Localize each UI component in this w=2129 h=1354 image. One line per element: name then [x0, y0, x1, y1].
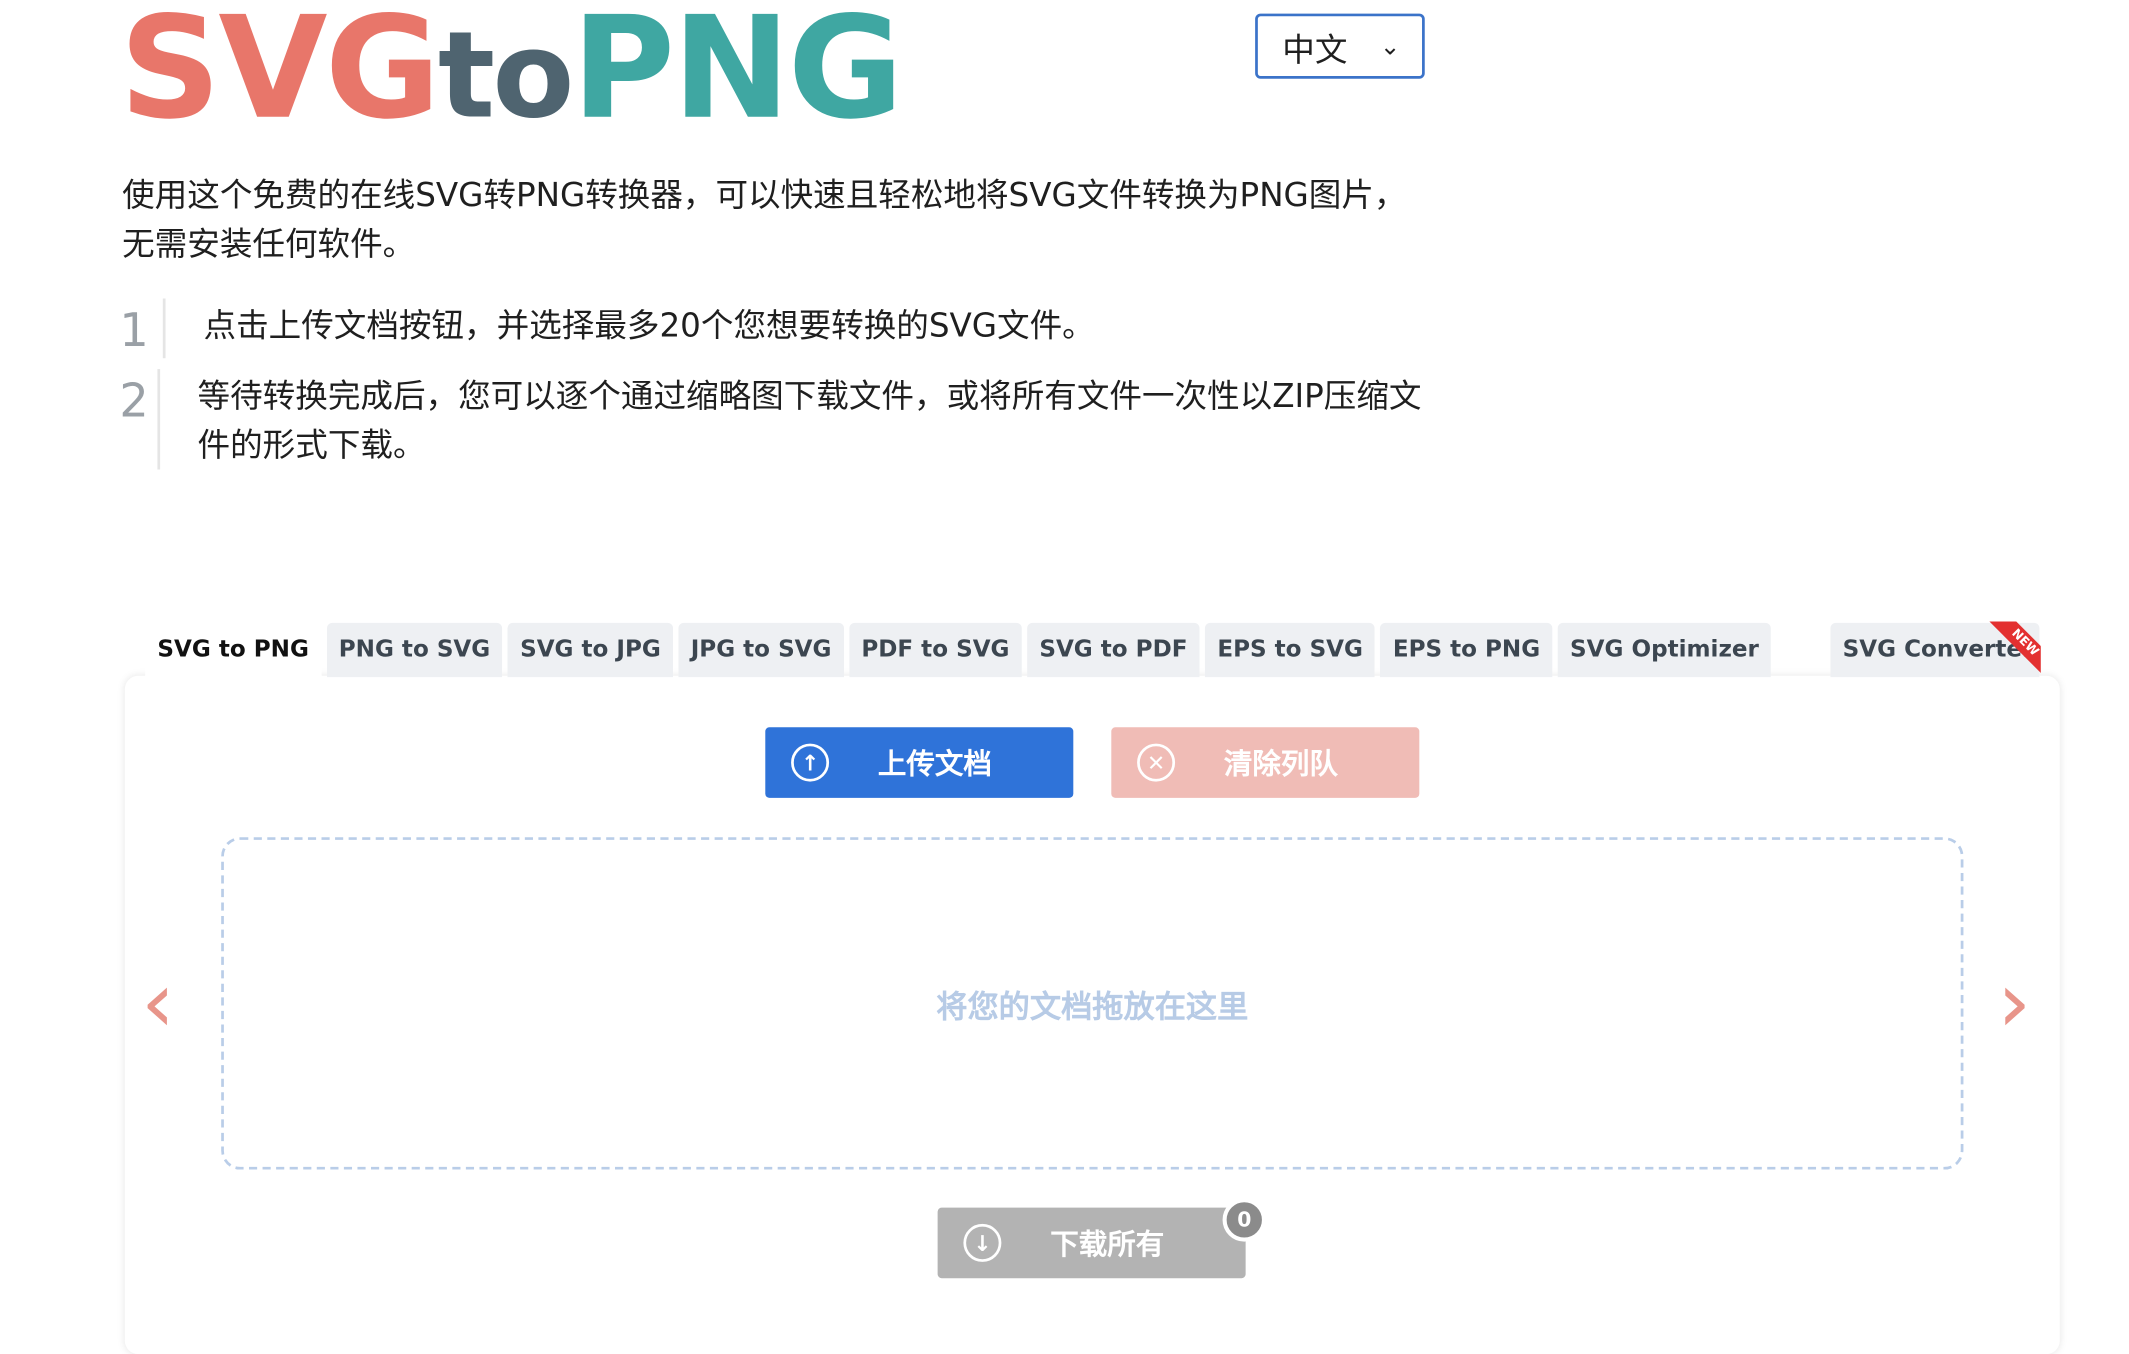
tab-svg-optimizer[interactable]: SVG Optimizer — [1557, 622, 1772, 678]
step-number: 1 — [119, 298, 166, 359]
tab-png-to-svg[interactable]: PNG to SVG — [326, 622, 503, 678]
site-logo[interactable]: SVGtoPNG — [119, 0, 903, 143]
download-count-badge: 0 — [1222, 1198, 1266, 1242]
clear-queue-button[interactable]: ✕ 清除列队 — [1111, 727, 1420, 798]
drop-zone-text: 将您的文档拖放在这里 — [936, 989, 1249, 1026]
language-select[interactable]: 中文 ⌄ — [1255, 13, 1425, 79]
logo-svg-text: SVG — [119, 0, 440, 151]
upload-button-label: 上传文档 — [877, 747, 992, 781]
download-all-button-label: 下载所有 — [1050, 1227, 1165, 1261]
tab-jpg-to-svg[interactable]: JPG to SVG — [678, 622, 844, 678]
clear-queue-button-label: 清除列队 — [1223, 747, 1338, 781]
arrow-down-icon: ↓ — [963, 1223, 1002, 1262]
tab-svg-to-png[interactable]: SVG to PNG — [145, 622, 322, 678]
tab-svg-to-jpg[interactable]: SVG to JPG — [507, 622, 674, 678]
tab-svg-to-pdf[interactable]: SVG to PDF — [1027, 622, 1200, 678]
converter-tabs: SVG to PNG PNG to SVG SVG to JPG JPG to … — [145, 622, 1772, 678]
intro-text: 使用这个免费的在线SVG转PNG转换器，可以快速且轻松地将SVG文件转换为PNG… — [122, 176, 1407, 264]
step-number: 2 — [119, 369, 160, 470]
steps-list: 1 点击上传文档按钮，并选择最多20个您想要转换的SVG文件。 2 等待转换完成… — [119, 298, 1449, 481]
chevron-down-icon: ⌄ — [1379, 31, 1401, 61]
new-ribbon-text: NEW — [1989, 621, 2041, 674]
step-text: 等待转换完成后，您可以逐个通过缩略图下载文件，或将所有文件一次性以ZIP压缩文件… — [197, 377, 1422, 465]
language-selected: 中文 — [1282, 30, 1348, 69]
drop-zone[interactable]: 将您的文档拖放在这里 — [221, 837, 1964, 1170]
download-all-button[interactable]: ↓ 下载所有 — [937, 1207, 1246, 1279]
new-ribbon: NEW — [1989, 621, 2041, 674]
next-arrow-icon[interactable]: › — [1997, 960, 2031, 1045]
tab-eps-to-svg[interactable]: EPS to SVG — [1205, 622, 1376, 678]
page: SVGtoPNG 中文 ⌄ 使用这个免费的在线SVG转PNG转换器，可以快速且轻… — [0, 0, 2129, 1354]
close-icon: ✕ — [1137, 743, 1176, 782]
prev-arrow-icon[interactable]: ‹ — [141, 960, 175, 1045]
tab-eps-to-png[interactable]: EPS to PNG — [1380, 622, 1553, 678]
upload-button[interactable]: ↑ 上传文档 — [765, 727, 1074, 798]
step-item: 2 等待转换完成后，您可以逐个通过缩略图下载文件，或将所有文件一次性以ZIP压缩… — [119, 369, 1449, 470]
tab-pdf-to-svg[interactable]: PDF to SVG — [849, 622, 1022, 678]
logo-to-text: to — [437, 5, 574, 146]
logo-png-text: PNG — [571, 0, 904, 151]
step-text: 点击上传文档按钮，并选择最多20个您想要转换的SVG文件。 — [203, 306, 1095, 345]
step-item: 1 点击上传文档按钮，并选择最多20个您想要转换的SVG文件。 — [119, 298, 1449, 359]
arrow-up-icon: ↑ — [791, 743, 830, 782]
